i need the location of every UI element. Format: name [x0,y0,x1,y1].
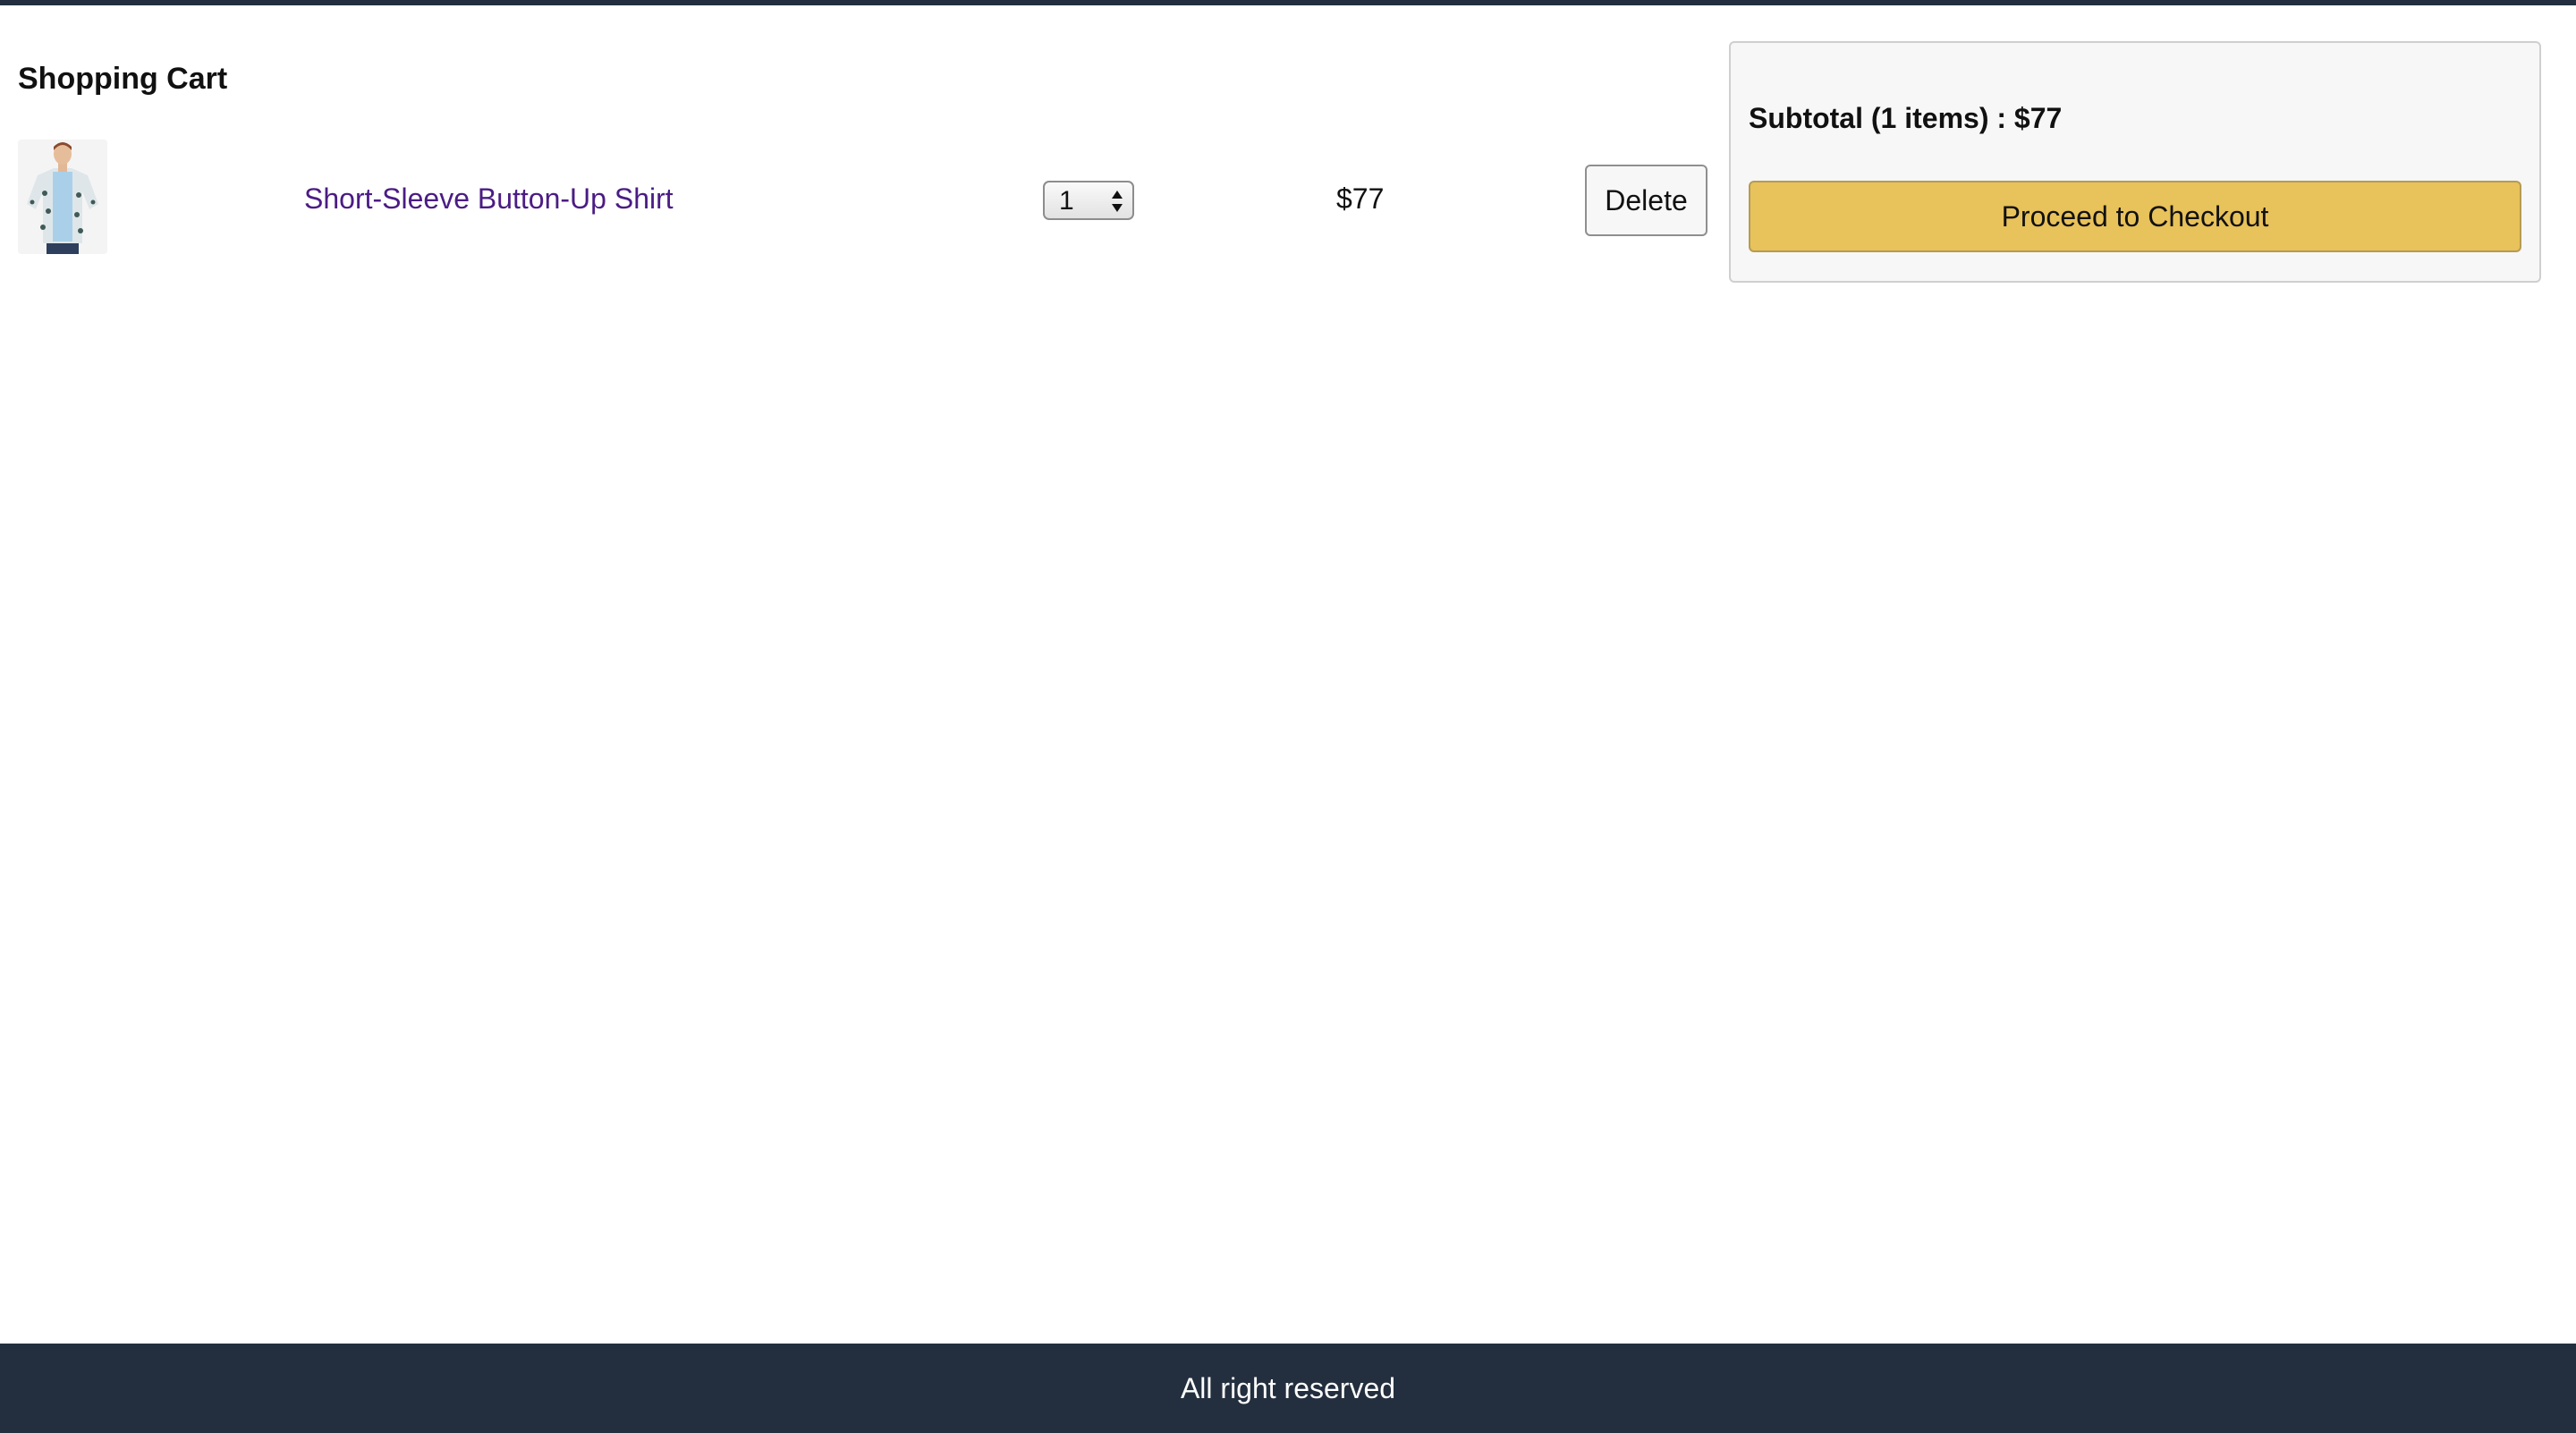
up-down-arrows-icon [1112,191,1123,212]
proceed-to-checkout-button[interactable]: Proceed to Checkout [1749,181,2521,252]
product-thumbnail[interactable] [18,140,107,254]
page-title: Shopping Cart [18,62,228,96]
subtotal-text: Subtotal (1 items) : $77 [1749,102,2063,134]
item-price: $77 [1336,182,1385,215]
footer-text: All right reserved [1180,1372,1396,1404]
order-summary-panel: Subtotal (1 items) : $77 Proceed to Chec… [1729,41,2541,283]
product-name-link[interactable]: Short-Sleeve Button-Up Shirt [304,181,674,216]
footer: All right reserved [0,1344,2576,1433]
cart-item-row: Short-Sleeve Button-Up Shirt 1 $77 Delet… [0,134,1717,265]
shirt-photo-icon [18,140,107,254]
quantity-value: 1 [1059,186,1074,216]
top-header-bar [0,0,2576,5]
delete-button[interactable]: Delete [1585,165,1707,236]
quantity-select[interactable]: 1 [1043,181,1134,220]
